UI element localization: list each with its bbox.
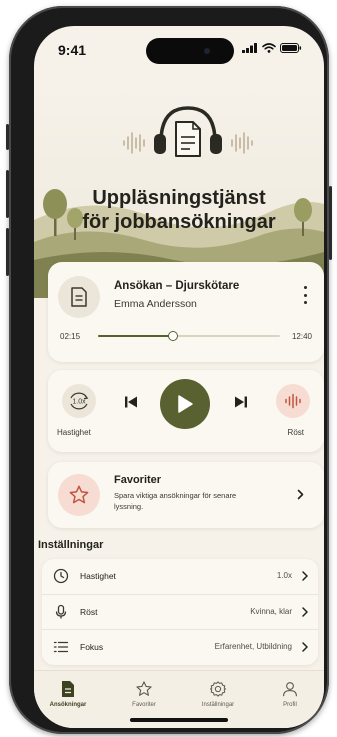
document-icon: [38, 679, 98, 699]
chevron-right-icon: [302, 642, 308, 652]
settings-row-label: Röst: [80, 607, 98, 617]
battery-icon: [280, 43, 302, 53]
settings-row-speed[interactable]: Hastighet 1.0x: [42, 559, 318, 594]
camera-dot: [204, 48, 210, 54]
wifi-icon: [262, 43, 276, 53]
phone-frame: 9:41 Uppläsningstjänst för jobbansökning…: [6, 6, 332, 734]
dynamic-island: [146, 38, 234, 64]
status-time: 9:41: [58, 42, 87, 58]
settings-row-value: Kvinna, klar: [250, 607, 292, 616]
speed-badge: 1.0x: [72, 399, 86, 406]
mute-switch: [6, 124, 9, 150]
progress-knob[interactable]: [167, 331, 178, 341]
time-current: 02:15: [60, 332, 81, 341]
settings-row-value: 1.0x: [276, 571, 292, 580]
track-document-icon: [58, 276, 100, 318]
gear-icon: [188, 679, 248, 699]
play-button[interactable]: [160, 379, 210, 429]
more-options-icon[interactable]: [298, 286, 312, 304]
voice-label: Röst: [287, 428, 304, 437]
track-title: Ansökan – Djurskötare: [114, 280, 240, 292]
tab-profile[interactable]: Profil: [260, 679, 320, 708]
home-indicator: [130, 718, 228, 722]
progress-slider[interactable]: [98, 331, 280, 341]
play-icon: [178, 395, 193, 413]
hero-title: Uppläsningstjänst för jobbansökningar: [34, 186, 324, 234]
tab-favorites[interactable]: Favoriter: [114, 679, 174, 708]
settings-row-label: Fokus: [80, 642, 104, 652]
power-button: [329, 186, 332, 260]
favorites-title: Favoriter: [114, 474, 162, 486]
favorites-description: Spara viktiga ansökningar för senare lys…: [114, 491, 237, 511]
star-icon: [58, 474, 100, 516]
tab-label: Profil: [283, 702, 297, 708]
settings-row-focus[interactable]: Fokus Erfarenhet, Utbildning: [42, 629, 318, 664]
hero-title-line2: för jobbansökningar: [82, 211, 276, 233]
list-icon: [52, 638, 70, 656]
tab-label: Favoriter: [132, 702, 156, 708]
voice-button[interactable]: [276, 384, 310, 418]
settings-list: Hastighet 1.0x Röst Kvinna, klar Fokus E…: [42, 559, 318, 665]
playback-controls: 1.0x Hastighet Röst: [48, 370, 324, 452]
settings-row-voice[interactable]: Röst Kvinna, klar: [42, 594, 318, 629]
previous-icon[interactable]: [124, 395, 138, 409]
volume-down-button: [6, 228, 9, 276]
settings-row-label: Hastighet: [80, 571, 116, 581]
app-screen: 9:41 Uppläsningstjänst för jobbansökning…: [34, 26, 324, 728]
status-icons: [242, 43, 302, 53]
status-bar: 9:41: [34, 26, 324, 72]
next-icon[interactable]: [234, 395, 248, 409]
settings-row-value: Erfarenhet, Utbildning: [214, 642, 292, 651]
track-author: Emma Andersson: [114, 298, 197, 310]
chevron-right-icon: [302, 571, 308, 581]
microphone-icon: [52, 603, 70, 621]
signal-icon: [242, 43, 257, 53]
star-icon: [114, 679, 174, 699]
person-icon: [260, 679, 320, 699]
chevron-right-icon: [302, 607, 308, 617]
player-card[interactable]: Ansökan – Djurskötare Emma Andersson 02:…: [48, 262, 324, 362]
settings-section-title: Inställningar: [38, 539, 104, 551]
volume-up-button: [6, 170, 9, 218]
progress-fill: [98, 335, 173, 337]
tab-applications[interactable]: Ansökningar: [38, 679, 98, 708]
hero-title-line1: Uppläsningstjänst: [92, 187, 266, 209]
speed-icon: 1.0x: [70, 392, 89, 410]
chevron-right-icon: [297, 489, 304, 500]
time-total: 12:40: [291, 332, 312, 341]
speed-button[interactable]: 1.0x: [62, 384, 96, 418]
tab-label: Inställningar: [201, 702, 235, 708]
tab-settings[interactable]: Inställningar: [188, 679, 248, 708]
clock-icon: [52, 567, 70, 585]
speed-label: Hastighet: [57, 428, 91, 437]
voice-wave-icon: [285, 393, 301, 409]
tab-label: Ansökningar: [49, 702, 87, 708]
favorites-card[interactable]: Favoriter Spara viktiga ansökningar för …: [48, 462, 324, 528]
